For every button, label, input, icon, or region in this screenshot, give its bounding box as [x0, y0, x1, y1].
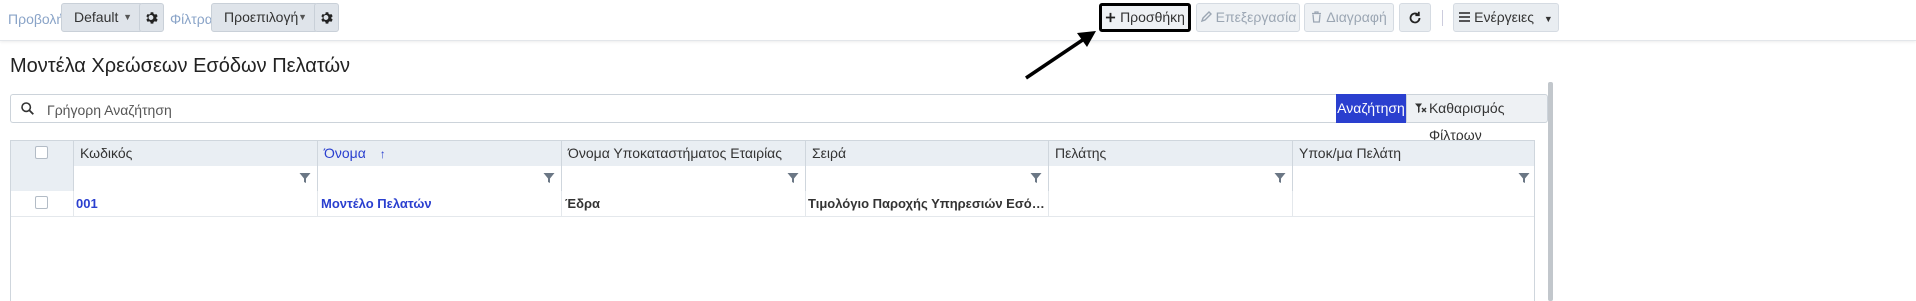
- clear-filters-button[interactable]: Καθαρισμός Φίλτρων: [1406, 94, 1548, 143]
- clear-filter-icon: [1415, 103, 1427, 113]
- select-all-checkbox[interactable]: [35, 146, 48, 159]
- edit-button[interactable]: Επεξεργασία: [1196, 3, 1300, 32]
- cell-customer-branch: [1293, 191, 1536, 216]
- row-select-cell: [11, 191, 74, 216]
- select-all-cell: [11, 141, 74, 166]
- column-header-customer-branch[interactable]: Υποκ/μα Πελάτη: [1293, 141, 1536, 166]
- quick-search-input[interactable]: [45, 98, 1329, 121]
- add-button[interactable]: Προσθήκη: [1099, 3, 1191, 32]
- search-button[interactable]: Αναζήτηση: [1336, 94, 1406, 123]
- annotation-arrow-icon: [1025, 31, 1096, 80]
- grid-filter-row: [11, 166, 1534, 192]
- filter-cell-customer-branch[interactable]: [1293, 166, 1536, 191]
- filters-label: Φίλτρα: [170, 11, 213, 27]
- cell-name[interactable]: Μοντέλο Πελατών: [318, 191, 562, 216]
- chevron-down-icon: ▼: [123, 12, 132, 22]
- view-select-value: Default: [74, 9, 119, 25]
- search-icon: [21, 102, 34, 115]
- view-select[interactable]: Default ▼: [61, 3, 143, 32]
- chevron-down-icon: ▼: [1543, 14, 1553, 24]
- filter-cell-branch[interactable]: [562, 166, 806, 191]
- filter-icon[interactable]: [1030, 172, 1042, 184]
- chevron-down-icon: ▼: [298, 12, 307, 22]
- sort-ascending-icon: ↑: [379, 147, 386, 161]
- filter-icon[interactable]: [543, 172, 555, 184]
- table-row[interactable]: 001 Μοντέλο Πελατών Έδρα Τιμολόγιο Παροχ…: [11, 191, 1534, 217]
- column-header-branch[interactable]: Όνομα Υποκαταστήματος Εταιρίας: [562, 141, 806, 166]
- row-checkbox[interactable]: [35, 196, 48, 209]
- plus-icon: [1105, 12, 1116, 22]
- refresh-icon: [1409, 12, 1421, 24]
- cell-branch: Έδρα: [562, 191, 806, 216]
- filter-cell-code[interactable]: [74, 166, 318, 191]
- cell-series: Τιμολόγιο Παροχής Υπηρεσιών Εσόδων...: [806, 191, 1049, 216]
- edit-button-label: Επεξεργασία: [1215, 9, 1297, 25]
- filter-icon[interactable]: [787, 172, 799, 184]
- add-button-label: Προσθήκη: [1120, 9, 1185, 25]
- filter-icon[interactable]: [299, 172, 311, 184]
- trash-icon: [1312, 11, 1322, 23]
- filter-cell-series[interactable]: [806, 166, 1049, 191]
- actions-menu-button[interactable]: Ενέργειες ▼: [1453, 3, 1559, 32]
- delete-button-label: Διαγραφή: [1326, 9, 1387, 25]
- toolbar-divider: [1442, 10, 1443, 26]
- actions-menu-label: Ενέργειες: [1474, 9, 1535, 25]
- filter-icon[interactable]: [1274, 172, 1286, 184]
- cell-code[interactable]: 001: [74, 191, 318, 216]
- filter-cell-customer[interactable]: [1049, 166, 1293, 191]
- page-title: Μοντέλα Χρεώσεων Εσόδων Πελατών: [10, 55, 351, 77]
- column-header-name-label: Όνομα: [324, 145, 366, 161]
- filters-settings-button[interactable]: [314, 3, 339, 32]
- vertical-scrollbar[interactable]: [1548, 82, 1553, 301]
- filter-cell-name[interactable]: [318, 166, 562, 191]
- column-header-customer[interactable]: Πελάτης: [1049, 141, 1293, 166]
- column-header-name[interactable]: Όνομα ↑: [318, 141, 562, 166]
- filter-row-spacer: [11, 166, 74, 191]
- view-label: Προβολή: [8, 11, 65, 27]
- delete-button[interactable]: Διαγραφή: [1304, 3, 1394, 32]
- data-grid: Κωδικός Όνομα ↑ Όνομα Υποκαταστήματος Ετ…: [10, 140, 1535, 301]
- view-settings-button[interactable]: [139, 3, 164, 32]
- quick-search-box: [10, 94, 1336, 123]
- grid-header-row: Κωδικός Όνομα ↑ Όνομα Υποκαταστήματος Ετ…: [11, 141, 1534, 167]
- column-header-code[interactable]: Κωδικός: [74, 141, 318, 166]
- menu-icon: [1459, 12, 1471, 23]
- gear-icon: [321, 12, 333, 24]
- gear-icon: [146, 12, 158, 24]
- clear-filters-label: Καθαρισμός Φίλτρων: [1429, 100, 1505, 143]
- refresh-button[interactable]: [1399, 3, 1431, 32]
- filters-select[interactable]: Προεπιλογή ▼: [211, 3, 318, 32]
- filter-icon[interactable]: [1518, 172, 1530, 184]
- top-toolbar: Προβολή Default ▼ Φίλτρα Προεπιλογή ▼ Πρ…: [0, 0, 1916, 41]
- filters-select-value: Προεπιλογή: [224, 9, 299, 25]
- pencil-icon: [1200, 11, 1212, 23]
- cell-customer: [1049, 191, 1293, 216]
- column-header-series[interactable]: Σειρά: [806, 141, 1049, 166]
